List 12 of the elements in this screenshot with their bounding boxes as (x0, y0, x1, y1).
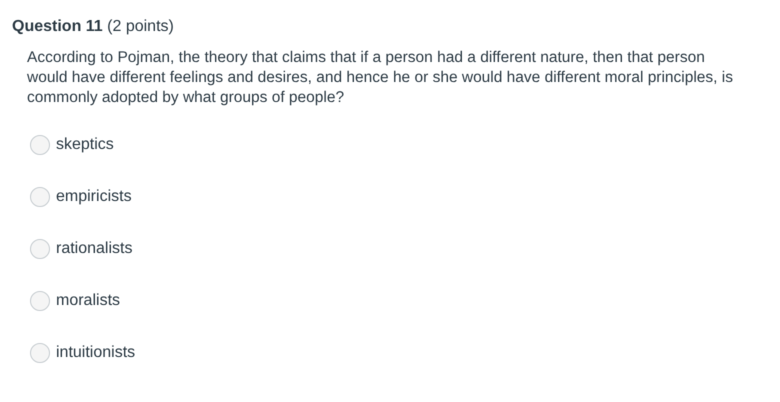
question-title: Question 11 (2 points) (11, 17, 175, 36)
radio-button[interactable] (30, 135, 50, 155)
answer-option[interactable]: moralists (56, 292, 120, 310)
radio-button[interactable] (30, 239, 50, 259)
answer-option[interactable]: intuitionists (56, 344, 136, 362)
radio-button[interactable] (30, 291, 50, 311)
radio-button[interactable] (30, 187, 50, 207)
radio-button[interactable] (30, 343, 50, 363)
question-text: According to Pojman, the theory that claims that if a person had a different nature, then that person would have different feelings and desires, and hence he or she would have different moral principles, is commonly adopted by what groups of people? (27, 48, 734, 108)
answer-option[interactable]: rationalists (56, 240, 132, 258)
answer-option[interactable]: skeptics (56, 136, 114, 154)
answer-option[interactable]: empiricists (56, 188, 132, 206)
